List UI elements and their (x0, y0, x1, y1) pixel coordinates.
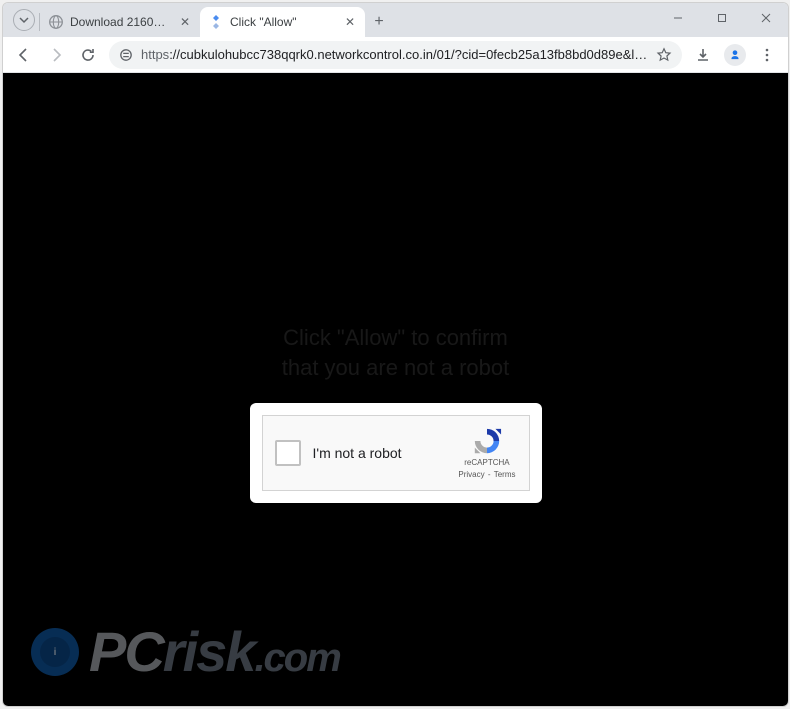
url-text: https://cubkulohubcc738qqrk0.networkcont… (141, 47, 648, 62)
back-button[interactable] (9, 40, 39, 70)
menu-button[interactable] (752, 40, 782, 70)
recaptcha-icon (472, 426, 502, 456)
page-viewport: Click "Allow" to confirm that you are no… (3, 73, 788, 706)
recaptcha-logo: reCAPTCHA Privacy - Terms (457, 426, 516, 479)
maximize-button[interactable] (700, 3, 744, 33)
window-controls (656, 3, 788, 37)
prompt-text: Click "Allow" to confirm that you are no… (282, 323, 510, 382)
globe-icon (48, 14, 64, 30)
close-icon[interactable]: ✕ (178, 15, 192, 29)
tab-strip: Download 2160p 4K YIFY Movi ✕ Click "All… (3, 3, 788, 37)
tab-active[interactable]: Click "Allow" ✕ (200, 7, 365, 37)
profile-button[interactable] (720, 40, 750, 70)
watermark-text: PCrisk.com (89, 624, 340, 680)
recaptcha-widget: I'm not a robot reCAPTCHA Privacy - Term… (262, 415, 530, 491)
close-icon[interactable]: ✕ (343, 15, 357, 29)
new-tab-button[interactable]: + (365, 8, 393, 36)
bookmark-star-icon[interactable] (656, 47, 672, 63)
reload-button[interactable] (73, 40, 103, 70)
watermark: i PCrisk.com (31, 624, 340, 680)
captcha-card: I'm not a robot reCAPTCHA Privacy - Term… (250, 403, 542, 503)
person-icon (728, 48, 742, 62)
toolbar: https://cubkulohubcc738qqrk0.networkcont… (3, 37, 788, 73)
chevron-down-icon (19, 15, 29, 25)
search-tabs-button[interactable] (9, 7, 39, 33)
minimize-button[interactable] (656, 3, 700, 33)
site-favicon (208, 14, 224, 30)
watermark-badge: i (31, 628, 79, 676)
secure-icon (119, 48, 133, 62)
tab-inactive[interactable]: Download 2160p 4K YIFY Movi ✕ (40, 7, 200, 37)
address-bar[interactable]: https://cubkulohubcc738qqrk0.networkcont… (109, 41, 682, 69)
recaptcha-checkbox[interactable] (275, 440, 301, 466)
browser-window: Download 2160p 4K YIFY Movi ✕ Click "All… (2, 2, 789, 707)
window-close-button[interactable] (744, 3, 788, 33)
downloads-button[interactable] (688, 40, 718, 70)
tab-title: Click "Allow" (230, 15, 337, 29)
recaptcha-label: I'm not a robot (313, 445, 446, 461)
tab-title: Download 2160p 4K YIFY Movi (70, 15, 172, 29)
forward-button[interactable] (41, 40, 71, 70)
